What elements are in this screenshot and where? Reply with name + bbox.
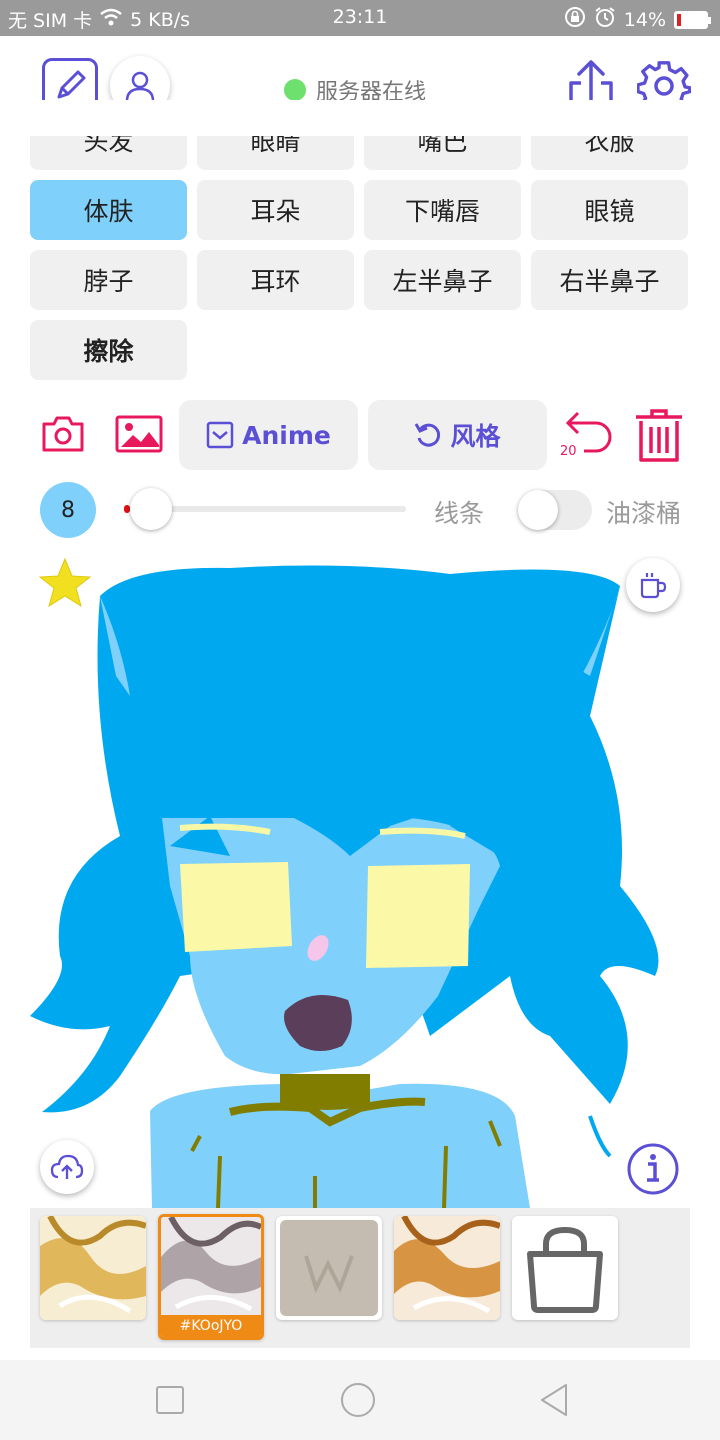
status-bar: 无 SIM 卡 5 KB/s 23:11 14% — [0, 0, 720, 36]
category-earrings[interactable]: 耳环 — [197, 250, 354, 310]
triangle-back-icon — [541, 1384, 567, 1416]
back-button[interactable] — [536, 1382, 572, 1418]
category-skin[interactable]: 体肤 — [30, 180, 187, 240]
info-button[interactable] — [626, 1142, 680, 1196]
store-button[interactable] — [512, 1216, 618, 1320]
header-overlay-spacer — [0, 36, 720, 136]
category-left-nose[interactable]: 左半鼻子 — [364, 250, 521, 310]
bucket-toggle[interactable] — [518, 490, 592, 530]
style-label: 风格 — [450, 422, 501, 451]
style-button[interactable]: 风格 — [368, 400, 547, 470]
anime-label: Anime — [242, 420, 331, 450]
rotation-lock-icon — [564, 6, 586, 33]
thumbnail-image — [280, 1220, 378, 1316]
tool-row: Anime 风格 20 — [0, 400, 720, 470]
style-thumb-amber[interactable] — [394, 1216, 500, 1320]
upload-button[interactable] — [40, 1140, 94, 1194]
selected-style-tag: #KOoJYO — [161, 1315, 261, 1337]
info-icon — [627, 1143, 679, 1195]
square-icon — [156, 1386, 184, 1414]
brush-row: 8 线条 油漆桶 — [0, 480, 720, 540]
brush-size-badge[interactable]: 8 — [40, 482, 96, 538]
image-icon — [115, 415, 163, 453]
category-glasses[interactable]: 眼镜 — [531, 180, 688, 240]
bucket-label: 油漆桶 — [606, 499, 682, 528]
delete-button[interactable] — [634, 406, 684, 464]
battery-percent: 14% — [623, 8, 666, 31]
style-thumb-gold[interactable] — [40, 1216, 146, 1320]
camera-button[interactable] — [40, 414, 86, 454]
style-thumb-beige[interactable] — [276, 1216, 382, 1320]
thumbnail-image — [394, 1216, 500, 1320]
trash-icon — [636, 409, 682, 462]
refresh-icon — [415, 423, 441, 447]
coffee-cup-icon — [640, 573, 667, 599]
status-right: 14% — [564, 6, 711, 33]
thumbnail-image — [161, 1217, 261, 1317]
category-eraser[interactable]: 擦除 — [30, 320, 187, 380]
alarm-icon — [594, 6, 616, 33]
category-right-nose[interactable]: 右半鼻子 — [531, 250, 688, 310]
cup-button[interactable] — [626, 558, 680, 612]
toggle-knob — [518, 490, 558, 530]
category-lower-lip[interactable]: 下嘴唇 — [364, 180, 521, 240]
line-label: 线条 — [434, 499, 485, 528]
category-ears[interactable]: 耳朵 — [197, 180, 354, 240]
battery-icon — [674, 10, 711, 29]
style-gallery: #KOoJYO — [30, 1208, 690, 1348]
drawing-canvas[interactable] — [30, 556, 690, 1208]
home-button[interactable] — [340, 1382, 376, 1418]
anime-button[interactable]: Anime — [179, 400, 358, 470]
undo-count: 20 — [560, 444, 577, 459]
system-nav-bar — [0, 1360, 720, 1440]
gallery-button[interactable] — [114, 414, 164, 454]
category-neck[interactable]: 脖子 — [30, 250, 187, 310]
thumbnail-image — [40, 1216, 146, 1320]
shopping-bag-icon — [527, 1226, 603, 1313]
cloud-upload-icon — [50, 1154, 84, 1179]
checkbox-icon — [206, 421, 234, 449]
style-thumb-silver[interactable]: #KOoJYO — [158, 1214, 264, 1340]
circle-icon — [341, 1383, 375, 1417]
recents-button[interactable] — [152, 1382, 188, 1418]
camera-icon — [42, 416, 84, 452]
character-drawing — [30, 557, 659, 1208]
slider-thumb[interactable] — [130, 488, 172, 530]
